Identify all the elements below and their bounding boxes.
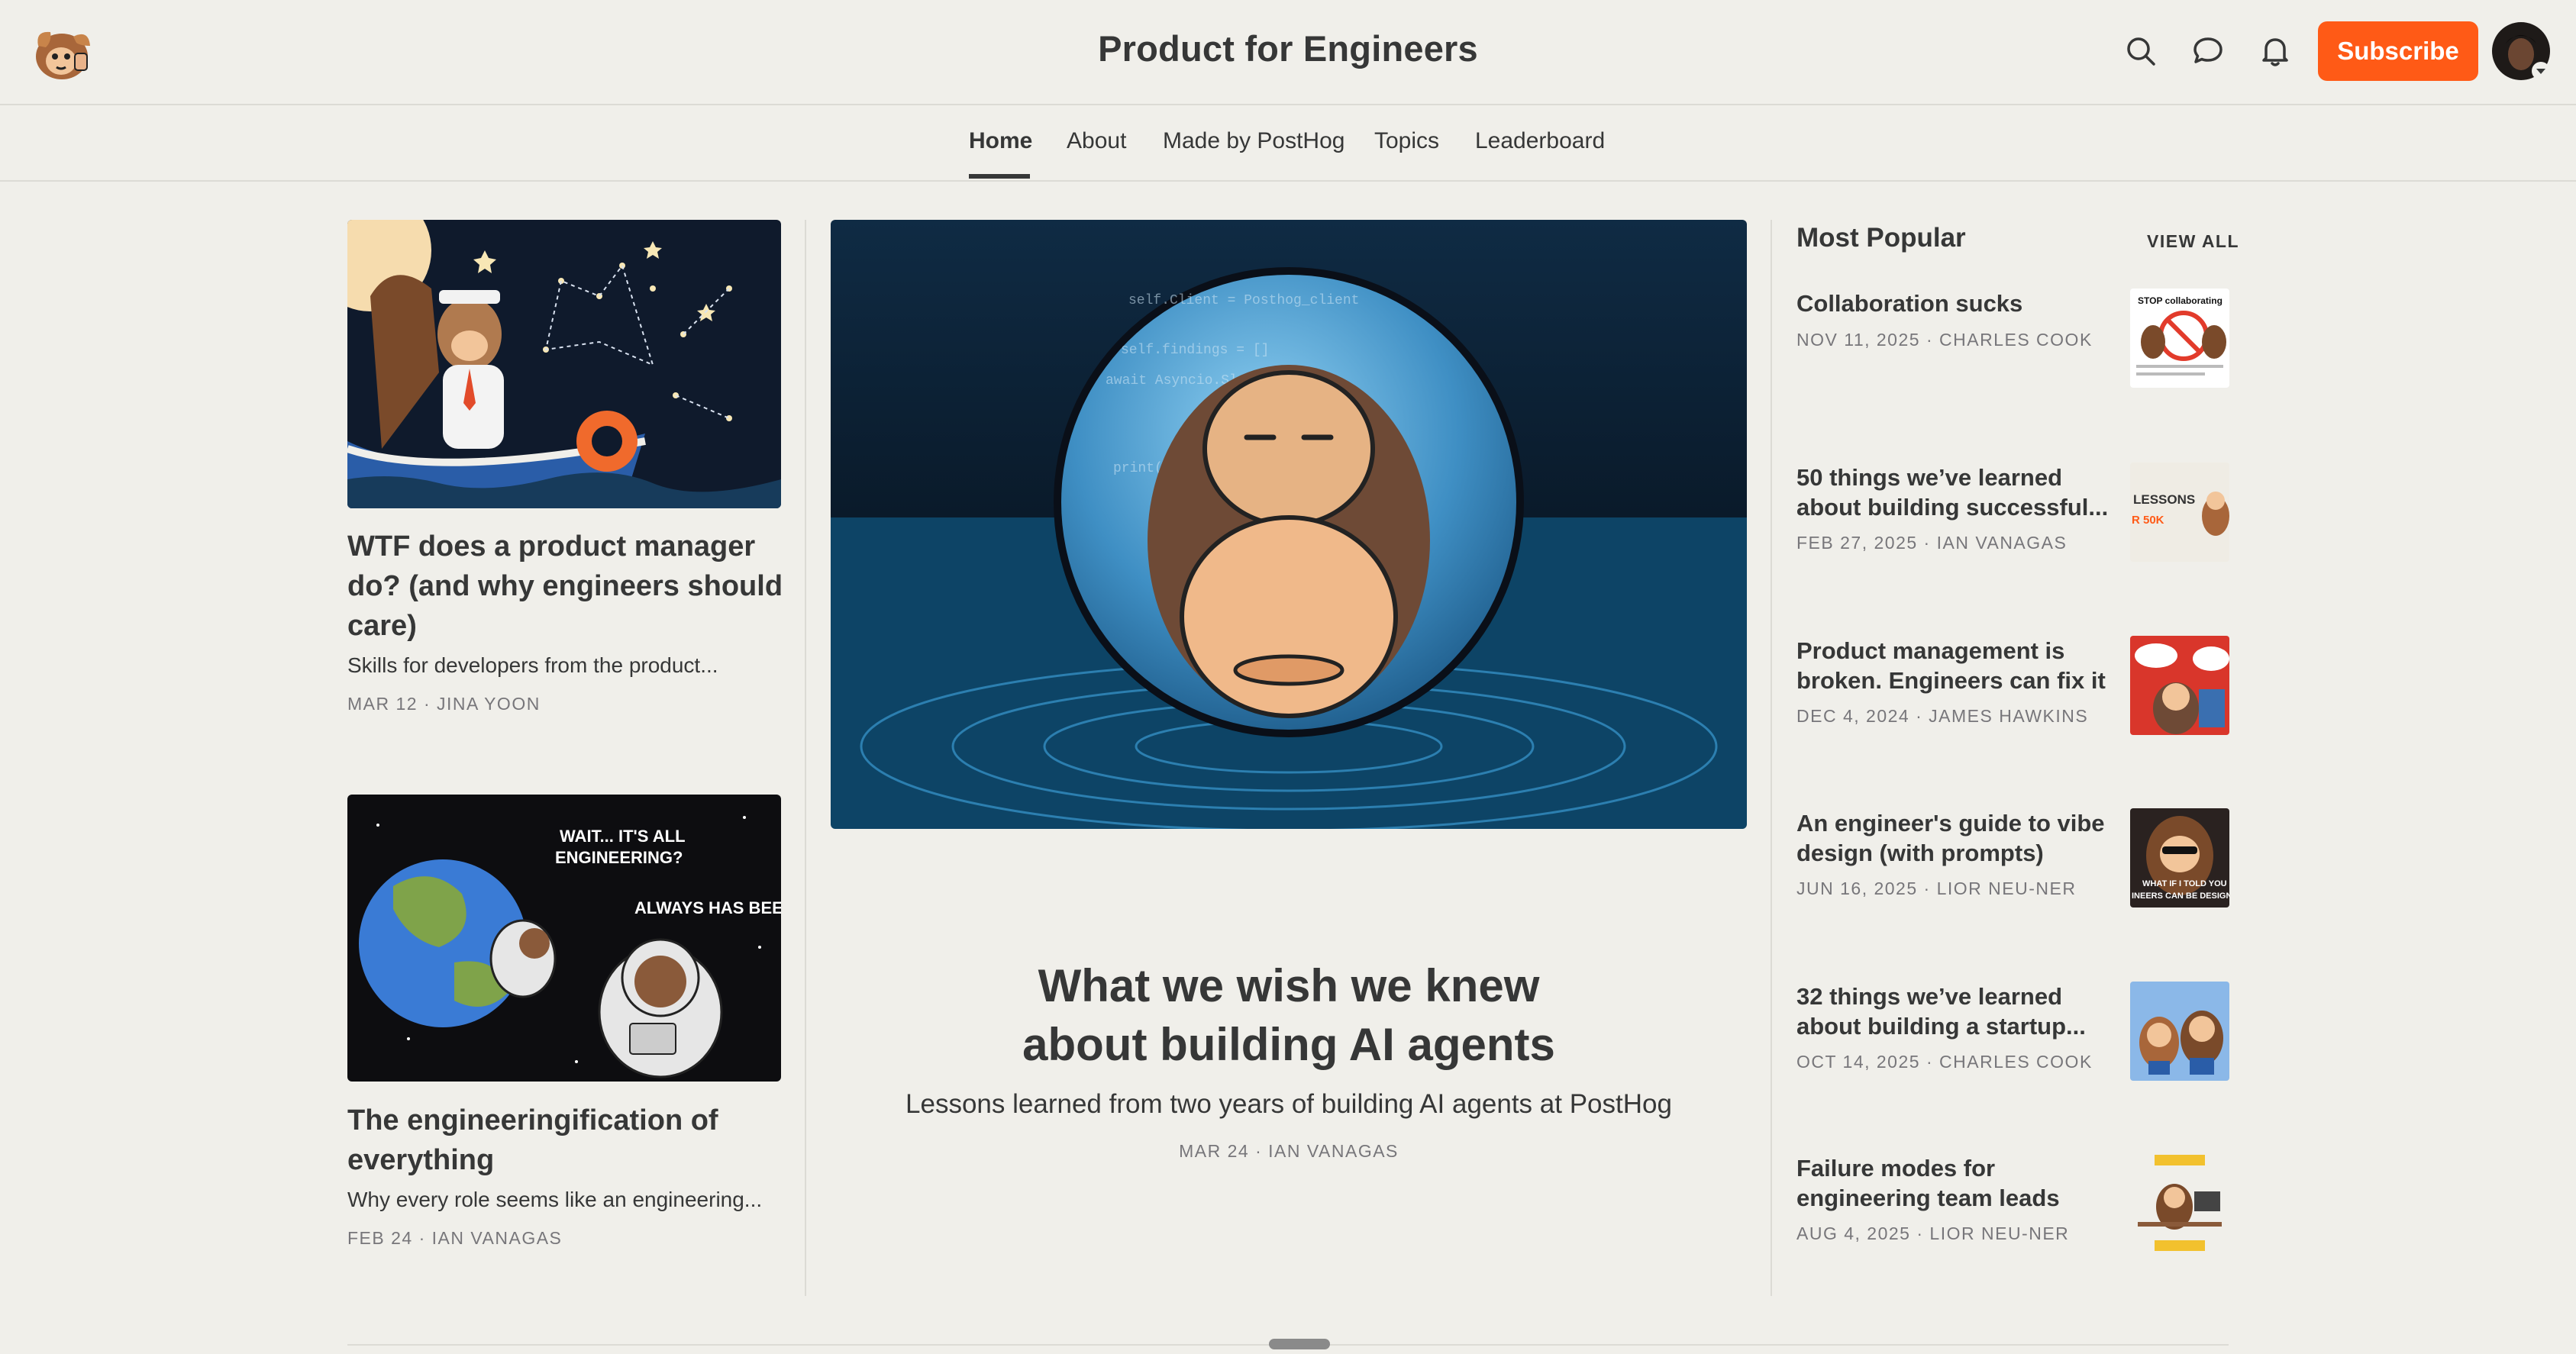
bell-icon[interactable] — [2256, 32, 2294, 70]
nav-item-about[interactable]: About — [1067, 128, 1126, 154]
popular-item-title[interactable]: Failure modes for engineering team leads — [1796, 1153, 2110, 1213]
scroll-handle[interactable] — [1269, 1339, 1330, 1349]
active-tab-indicator — [969, 174, 1030, 179]
popular-item[interactable]: An engineer's guide to vibe design (with… — [1796, 808, 2229, 915]
svg-text:LESSONS: LESSONS — [2133, 492, 2195, 507]
popular-item[interactable]: Product management is broken. Engineers … — [1796, 636, 2229, 743]
popular-item-thumbnail[interactable]: WHAT IF I TOLD YOU INEERS CAN BE DESIGN — [2130, 808, 2229, 908]
search-icon[interactable] — [2122, 32, 2160, 70]
popular-item-meta: NOV 11, 2025 · CHARLES COOK — [1796, 330, 2093, 350]
svg-text:ALWAYS HAS BEEN: ALWAYS HAS BEEN — [634, 898, 781, 917]
popular-item-thumbnail[interactable] — [2130, 1153, 2229, 1252]
popular-item-title[interactable]: Product management is broken. Engineers … — [1796, 636, 2110, 695]
column-divider — [805, 220, 806, 1296]
popular-item-meta: FEB 27, 2025 · IAN VANAGAS — [1796, 533, 2068, 553]
view-all-link[interactable]: VIEW ALL — [2147, 231, 2239, 252]
popular-item-meta: DEC 4, 2024 · JAMES HAWKINS — [1796, 706, 2089, 726]
featured-post-subtitle: Lessons learned from two years of buildi… — [905, 1089, 1672, 1119]
nav-item-home[interactable]: Home — [969, 128, 1032, 154]
popular-item-title[interactable]: 32 things we’ve learned about building a… — [1796, 982, 2110, 1041]
post-subtitle: Skills for developers from the product..… — [347, 653, 718, 677]
post-author[interactable]: JINA YOON — [437, 694, 541, 714]
svg-text:R 50K: R 50K — [2132, 514, 2164, 527]
post-title[interactable]: WTF does a product manager do? (and why … — [347, 527, 790, 646]
post-image-pm[interactable] — [347, 220, 781, 508]
subscribe-button[interactable]: Subscribe — [2318, 21, 2478, 81]
section-nav: Home About Made by PostHog Topics Leader… — [0, 105, 2576, 182]
post-author[interactable]: IAN VANAGAS — [1268, 1141, 1399, 1161]
svg-text:self.Client = Posthog_client: self.Client = Posthog_client — [1128, 293, 1359, 308]
column-divider — [1771, 220, 1772, 1296]
popular-item-thumbnail[interactable]: STOP collaborating — [2130, 289, 2229, 388]
popular-item-title[interactable]: 50 things we’ve learned about building s… — [1796, 463, 2110, 522]
chat-icon[interactable] — [2189, 32, 2227, 70]
most-popular-heading: Most Popular — [1796, 223, 1966, 253]
nav-item-leaderboard[interactable]: Leaderboard — [1475, 128, 1605, 154]
featured-post-image[interactable]: self.Client = Posthog_client self.findin… — [831, 220, 1747, 829]
popular-item-meta: AUG 4, 2025 · LIOR NEU-NER — [1796, 1223, 2070, 1243]
popular-item-thumbnail[interactable]: LESSONS R 50K — [2130, 463, 2229, 562]
popular-item-meta: JUN 16, 2025 · LIOR NEU-NER — [1796, 878, 2077, 898]
popular-item-meta: OCT 14, 2025 · CHARLES COOK — [1796, 1052, 2093, 1072]
post-meta: FEB 24 · IAN VANAGAS — [347, 1228, 563, 1248]
svg-text:STOP collaborating: STOP collaborating — [2138, 295, 2223, 306]
post-image-engineeringification[interactable]: WAIT... IT'S ALL ENGINEERING? ALWAYS HAS… — [347, 795, 781, 1082]
top-bar: Product for Engineers Subscribe — [0, 0, 2576, 105]
popular-item-title[interactable]: An engineer's guide to vibe design (with… — [1796, 808, 2110, 868]
post-date: MAR 24 — [1179, 1141, 1250, 1161]
nav-item-topics[interactable]: Topics — [1374, 128, 1439, 154]
svg-text:WHAT IF I TOLD YOU: WHAT IF I TOLD YOU — [2142, 879, 2227, 888]
post-date: MAR 12 — [347, 694, 418, 714]
svg-text:WAIT... IT'S ALL: WAIT... IT'S ALL — [560, 827, 686, 846]
avatar[interactable] — [2492, 21, 2553, 82]
post-title[interactable]: The engineeringification of everything — [347, 1101, 790, 1180]
featured-post-title[interactable]: What we wish we knew about building AI a… — [831, 956, 1747, 1074]
post-date: FEB 24 — [347, 1228, 413, 1248]
featured-post-meta: MAR 24 · IAN VANAGAS — [1179, 1141, 1399, 1161]
popular-item[interactable]: Failure modes for engineering team leads… — [1796, 1153, 2229, 1260]
post-meta: MAR 12 · JINA YOON — [347, 694, 541, 714]
popular-item[interactable]: Collaboration sucks NOV 11, 2025 · CHARL… — [1796, 289, 2229, 395]
popular-item[interactable]: 32 things we’ve learned about building a… — [1796, 982, 2229, 1088]
svg-text:self.findings = []: self.findings = [] — [1121, 343, 1269, 358]
popular-item-thumbnail[interactable] — [2130, 636, 2229, 735]
nav-item-made-by-posthog[interactable]: Made by PostHog — [1163, 128, 1344, 154]
popular-item-title[interactable]: Collaboration sucks — [1796, 289, 2110, 318]
popular-item-thumbnail[interactable] — [2130, 982, 2229, 1081]
popular-item[interactable]: 50 things we’ve learned about building s… — [1796, 463, 2229, 569]
post-author[interactable]: IAN VANAGAS — [432, 1228, 563, 1248]
svg-text:ENGINEERING?: ENGINEERING? — [555, 848, 683, 867]
post-subtitle: Why every role seems like an engineering… — [347, 1188, 763, 1211]
svg-text:INEERS CAN BE DESIGN: INEERS CAN BE DESIGN — [2132, 891, 2229, 901]
